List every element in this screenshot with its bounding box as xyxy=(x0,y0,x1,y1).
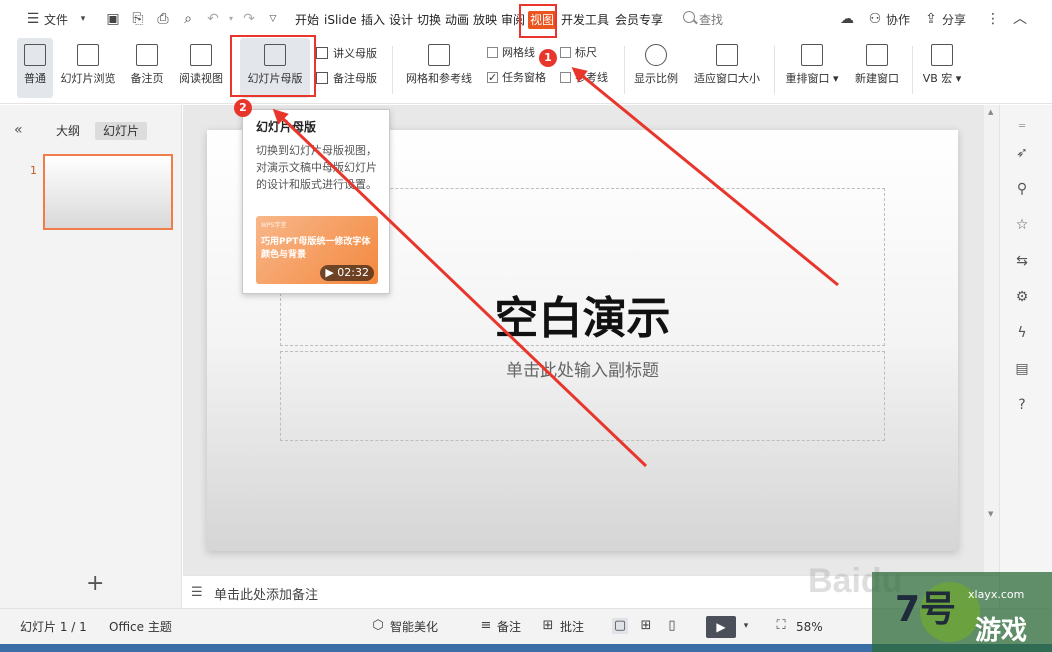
annotation-arrows xyxy=(272,67,839,468)
watermark-site-name: 游戏 xyxy=(975,616,1028,646)
watermark-site-url: xlayx.com xyxy=(968,588,1025,601)
arrow-to-slide-master xyxy=(272,108,648,468)
arrow-to-view-tab xyxy=(571,67,839,287)
watermark-site-number: 7号 xyxy=(895,589,957,630)
